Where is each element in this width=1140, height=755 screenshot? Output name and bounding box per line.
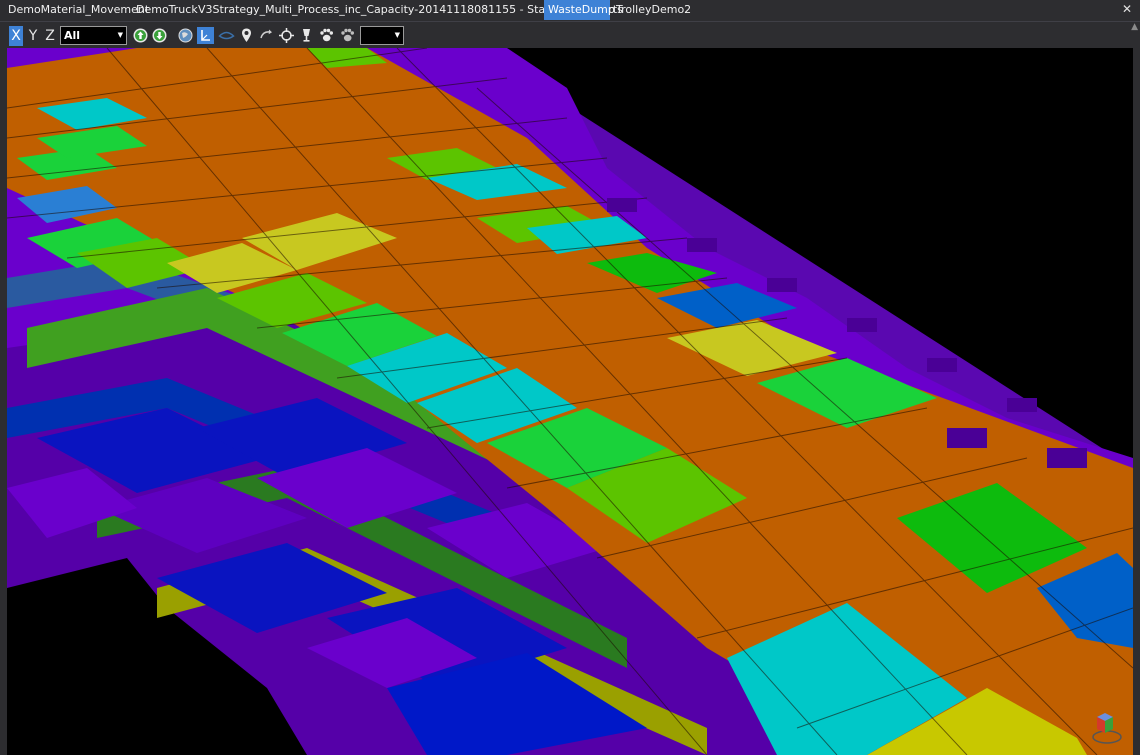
- tab-demomaterial-movement[interactable]: DemoMaterial_Movement: [4, 0, 153, 20]
- color-select[interactable]: ▼: [360, 26, 404, 45]
- axis-x-button[interactable]: X: [9, 26, 23, 46]
- view-toolbar: X Y Z All ▼ ▼: [0, 21, 1140, 49]
- tab-demotruck[interactable]: DemoTruck: [132, 0, 202, 20]
- 3d-viewport[interactable]: [7, 48, 1133, 755]
- zoom-in-icon[interactable]: [132, 27, 149, 44]
- block-model-scene: [7, 48, 1133, 755]
- tab-wastedump[interactable]: WasteDump: [544, 0, 615, 20]
- location-pin-icon[interactable]: [238, 27, 255, 44]
- close-tab-button[interactable]: ✕: [1118, 0, 1136, 20]
- globe-icon[interactable]: [177, 27, 194, 44]
- scroll-up-icon[interactable]: ▲: [1131, 22, 1138, 32]
- axis-view-icon[interactable]: [197, 27, 214, 44]
- crosshair-icon[interactable]: [278, 27, 295, 44]
- color-swatch: [363, 29, 390, 42]
- chevron-down-icon: ▼: [117, 31, 123, 39]
- paw-alt-icon[interactable]: [339, 27, 356, 44]
- eye-icon[interactable]: [218, 27, 235, 44]
- tab-trolleydemo2[interactable]: TrolleyDemo2: [612, 0, 695, 20]
- cup-icon[interactable]: [298, 27, 315, 44]
- axis-z-button[interactable]: Z: [43, 26, 57, 46]
- chevron-down-icon: ▼: [394, 31, 400, 39]
- filter-select-value: All: [64, 29, 81, 42]
- zoom-out-icon[interactable]: [151, 27, 168, 44]
- filter-select[interactable]: All ▼: [60, 26, 127, 45]
- axis-y-button[interactable]: Y: [26, 26, 40, 46]
- paw-icon[interactable]: [318, 27, 335, 44]
- document-tab-bar: DemoMaterial_Movement DemoTruck V3Strate…: [0, 0, 1140, 20]
- arrow-curve-icon[interactable]: [258, 27, 275, 44]
- axis-orientation-cube-icon[interactable]: [1087, 709, 1123, 745]
